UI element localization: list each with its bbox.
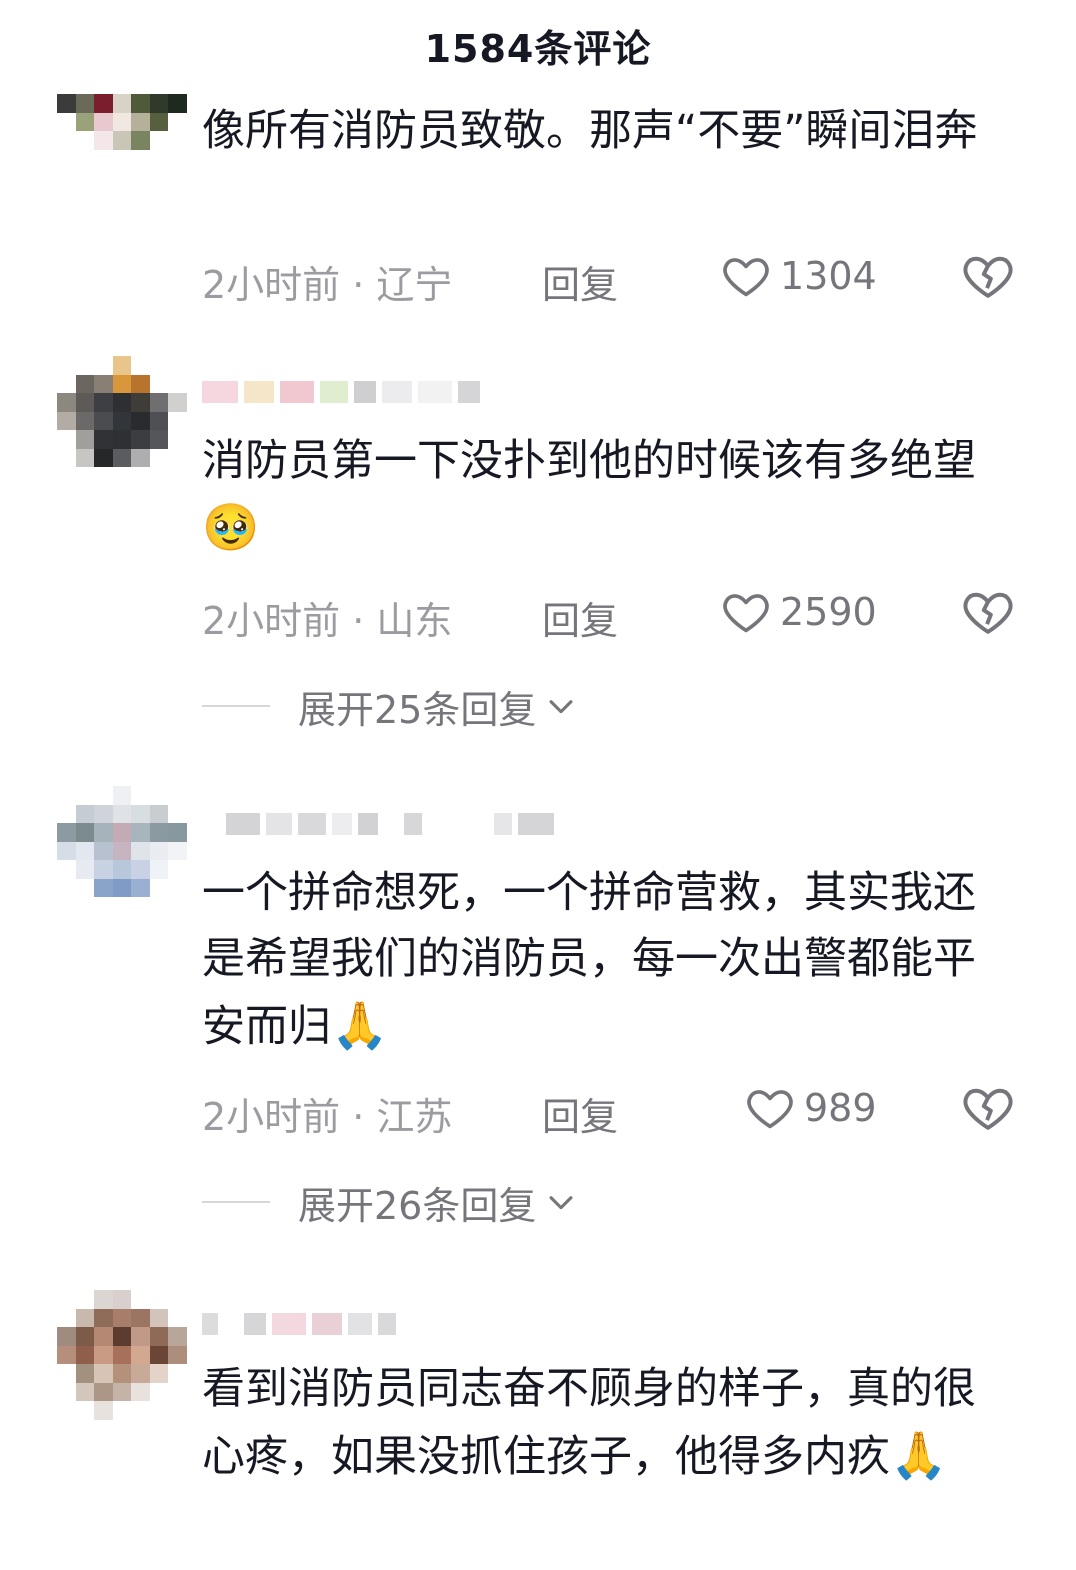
comment-time-location: 2小时前 · 山东: [202, 599, 453, 643]
comment-text: 消防员第一下没扑到他的时候该有多绝望🥹: [202, 436, 976, 554]
comment-time-location: 2小时前 · 辽宁: [202, 263, 453, 307]
expand-replies-label: 展开26条回复: [298, 1183, 537, 1228]
pleading-face-emoji: 🥹: [202, 500, 260, 554]
avatar[interactable]: [57, 356, 187, 486]
comment-text: 一个拼命想死，一个拼命营救，其实我还是希望我们的消防员，每一次出警都能平安而归🙏: [202, 868, 976, 1052]
comment-time-location: 2小时前 · 江苏: [202, 1095, 453, 1139]
username-blurred[interactable]: [202, 804, 602, 844]
chevron-down-icon: [549, 1196, 573, 1210]
chevron-down-icon: [549, 700, 573, 714]
folded-hands-emoji: 🙏: [331, 998, 389, 1052]
expand-replies-button[interactable]: 展开25条回复: [202, 678, 578, 734]
username-blurred[interactable]: [202, 372, 492, 412]
like-count: 1304: [780, 254, 877, 298]
comment-meta: 2小时前 · 江苏 回复 989: [202, 1078, 1022, 1141]
divider-line: [202, 1201, 270, 1203]
broken-heart-icon[interactable]: [960, 584, 1016, 640]
comment-text: 看到消防员同志奋不顾身的样子，真的很心疼，如果没抓住孩子，他得多内疚🙏: [202, 1364, 976, 1482]
like-count: 2590: [780, 590, 877, 634]
expand-replies-button[interactable]: 展开26条回复: [202, 1174, 578, 1230]
like-count: 989: [804, 1086, 877, 1130]
expand-replies-label: 展开25条回复: [298, 687, 537, 732]
comment-text: 像所有消防员致敬。那声“不要”瞬间泪奔: [202, 106, 978, 156]
folded-hands-emoji: 🙏: [890, 1428, 948, 1482]
like-button[interactable]: 989: [744, 1082, 877, 1134]
reply-button[interactable]: 回复: [542, 1086, 618, 1141]
comment-meta: 2小时前 · 山东 回复 2590: [202, 582, 1022, 645]
heart-outline-icon: [723, 594, 769, 633]
broken-heart-icon[interactable]: [960, 248, 1016, 304]
like-button[interactable]: 1304: [720, 250, 877, 302]
avatar[interactable]: [57, 786, 187, 916]
like-button[interactable]: 2590: [720, 586, 877, 638]
username-blurred[interactable]: [202, 1304, 402, 1344]
heart-outline-icon: [723, 258, 769, 297]
reply-button[interactable]: 回复: [542, 590, 618, 645]
divider-line: [202, 705, 270, 707]
comments-count-title: 1584条评论: [424, 27, 652, 71]
heart-outline-icon: [747, 1090, 793, 1129]
avatar[interactable]: [57, 1290, 187, 1420]
reply-button[interactable]: 回复: [542, 254, 618, 309]
avatar[interactable]: [57, 94, 187, 150]
broken-heart-icon[interactable]: [960, 1080, 1016, 1136]
comment-meta: 2小时前 · 辽宁 回复 1304: [202, 246, 1022, 309]
